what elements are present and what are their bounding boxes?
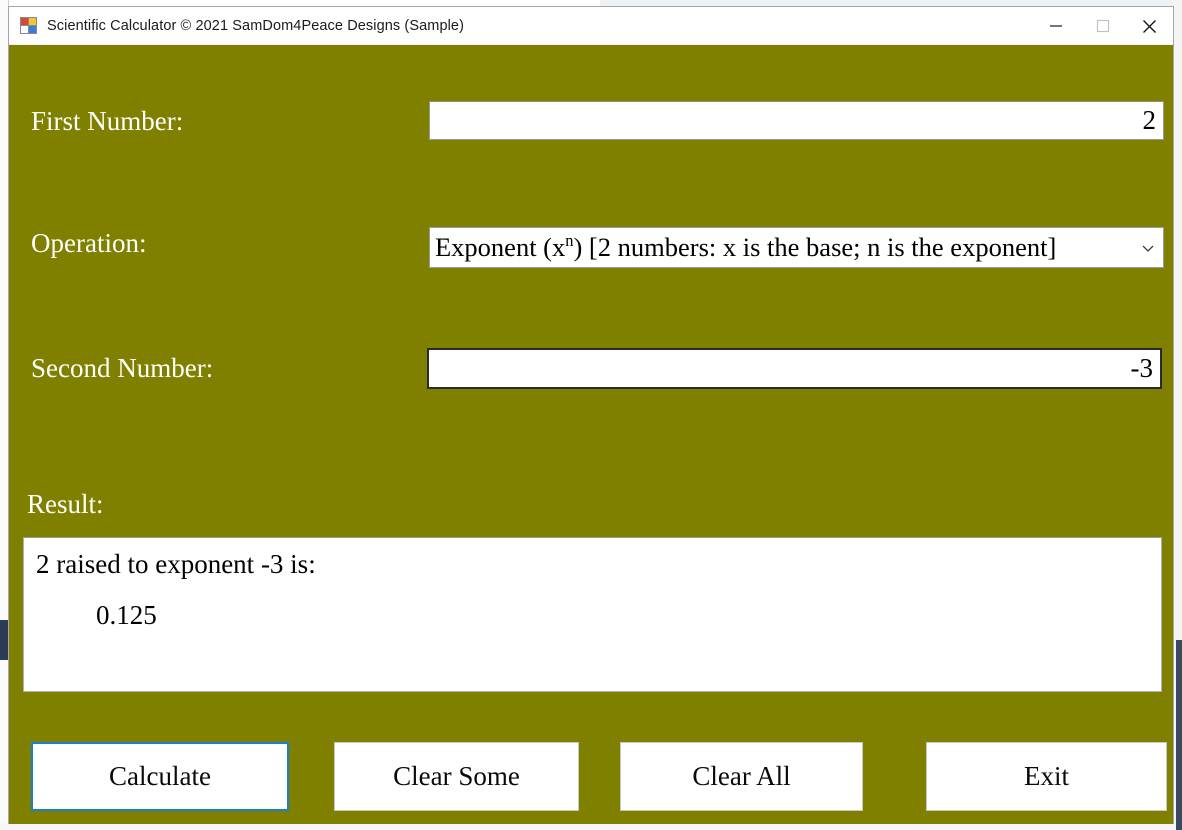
operation-value-suffix: ) [2 numbers: x is the base; n is the ex… <box>573 232 1057 262</box>
form-body: First Number: 2 Operation: Exponent (xn)… <box>9 45 1173 824</box>
button-row: Calculate Clear Some Clear All Exit <box>9 742 1173 818</box>
result-line-value: 0.125 <box>96 599 157 630</box>
operation-label: Operation: <box>31 228 147 258</box>
clear-all-button[interactable]: Clear All <box>620 742 863 811</box>
maximize-icon[interactable] <box>1079 7 1126 45</box>
first-number-input[interactable]: 2 <box>429 101 1164 140</box>
result-output-box[interactable]: 2 raised to exponent -3 is: 0.125 <box>23 537 1162 692</box>
window-title: Scientific Calculator © 2021 SamDom4Peac… <box>47 17 465 34</box>
first-number-label: First Number: <box>31 106 184 136</box>
title-bar[interactable]: Scientific Calculator © 2021 SamDom4Peac… <box>9 7 1173 45</box>
clear-some-button[interactable]: Clear Some <box>334 742 579 811</box>
winforms-app-icon <box>20 17 37 34</box>
result-line-description: 2 raised to exponent -3 is: <box>36 549 316 579</box>
second-number-label: Second Number: <box>31 353 214 383</box>
desktop-strip-right-accent <box>1176 640 1182 830</box>
operation-value-prefix: Exponent (x <box>435 232 566 262</box>
operation-dropdown[interactable]: Exponent (xn) [2 numbers: x is the base;… <box>429 227 1164 268</box>
second-number-input[interactable]: -3 <box>427 348 1162 389</box>
operation-selected-value: Exponent (xn) [2 numbers: x is the base;… <box>430 233 1133 262</box>
minimize-icon[interactable] <box>1032 7 1079 45</box>
application-window: Scientific Calculator © 2021 SamDom4Peac… <box>8 6 1174 824</box>
desktop-strip-left-accent <box>0 620 8 660</box>
close-icon[interactable] <box>1126 7 1173 45</box>
window-controls <box>1032 7 1173 45</box>
result-label: Result: <box>27 489 104 519</box>
chevron-down-icon[interactable] <box>1133 240 1163 256</box>
exit-button[interactable]: Exit <box>926 742 1167 811</box>
calculate-button[interactable]: Calculate <box>31 742 289 811</box>
